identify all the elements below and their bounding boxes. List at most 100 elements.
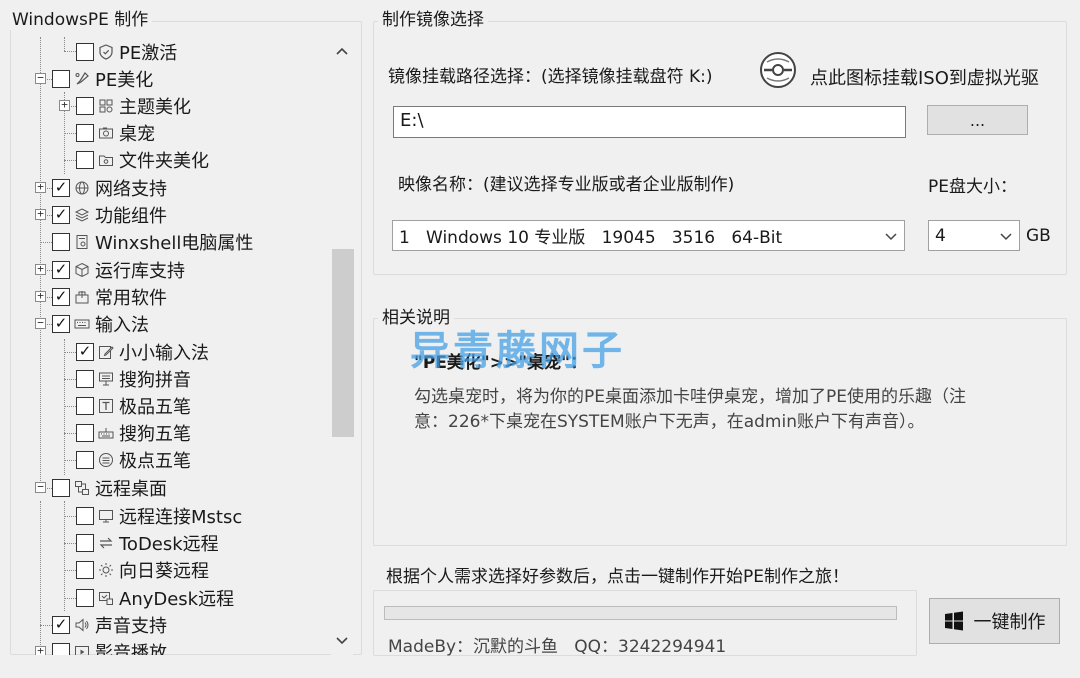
checkbox[interactable] bbox=[76, 396, 94, 415]
checkbox[interactable] bbox=[52, 232, 70, 251]
make-button[interactable]: 一键制作 bbox=[929, 598, 1060, 644]
collapse-toggle[interactable]: − bbox=[35, 481, 46, 493]
checkbox[interactable] bbox=[76, 506, 94, 525]
chevron-down-icon bbox=[885, 232, 897, 240]
tree-item-todesk[interactable]: ToDesk远程 bbox=[76, 529, 219, 556]
checkbox[interactable] bbox=[76, 560, 94, 579]
feature-tree[interactable]: PE激活 − PE美化 + 主题美化 桌宠 文件夹美化 + ✓ 网络支持 + ✓ bbox=[12, 37, 330, 655]
camera-icon bbox=[97, 124, 115, 142]
checkbox[interactable]: ✓ bbox=[52, 178, 70, 197]
collapse-toggle[interactable]: − bbox=[35, 72, 46, 84]
checkbox[interactable]: ✓ bbox=[52, 615, 70, 634]
tree-guide bbox=[64, 339, 65, 475]
pe-size-select[interactable]: 4 bbox=[928, 220, 1020, 251]
tree-guide bbox=[64, 133, 76, 134]
tree-item-sogou-wubi[interactable]: 搜狗五笔 bbox=[76, 419, 191, 446]
tree-item-sunlogin[interactable]: 向日葵远程 bbox=[76, 556, 209, 583]
expand-toggle[interactable]: + bbox=[35, 208, 46, 220]
checkbox[interactable] bbox=[52, 69, 70, 88]
collapse-toggle[interactable]: − bbox=[35, 317, 46, 329]
checkbox[interactable]: ✓ bbox=[52, 260, 70, 279]
image-edition-select[interactable]: 1 Windows 10 专业版 19045 3516 64-Bit bbox=[392, 220, 905, 251]
tree-item-pe-beautify[interactable]: PE美化 bbox=[52, 65, 153, 92]
progress-bar bbox=[384, 606, 897, 620]
checkbox[interactable] bbox=[76, 150, 94, 169]
tree-item-folder-beautify[interactable]: 文件夹美化 bbox=[76, 146, 209, 173]
tree-guide bbox=[64, 51, 76, 52]
tree-item-winxshell[interactable]: Winxshell电脑属性 bbox=[52, 228, 253, 255]
tree-item-label: 常用软件 bbox=[95, 287, 167, 309]
tree-item-label: 极点五笔 bbox=[119, 450, 191, 472]
scroll-up-arrow-icon[interactable] bbox=[331, 37, 353, 65]
expand-toggle[interactable]: + bbox=[35, 645, 46, 655]
tree-item-label: PE美化 bbox=[95, 69, 154, 91]
chevron-down-icon bbox=[1000, 232, 1012, 240]
checkbox[interactable] bbox=[76, 123, 94, 142]
checkbox[interactable] bbox=[76, 96, 94, 115]
tree-item-audio[interactable]: ✓ 声音支持 bbox=[52, 611, 167, 638]
description-line-1: 勾选桌宠时，将为你的PE桌面添加卡哇伊桌宠，增加了PE使用的乐趣（注 bbox=[414, 387, 966, 407]
tree-item-label: 运行库支持 bbox=[95, 260, 185, 282]
settings-doc-icon bbox=[73, 233, 91, 251]
tree-item-runtime[interactable]: ✓ 运行库支持 bbox=[52, 256, 185, 283]
checkbox[interactable] bbox=[76, 369, 94, 388]
checkbox[interactable] bbox=[76, 533, 94, 552]
tree-item-xiaoxiao-ime[interactable]: ✓ 小小输入法 bbox=[76, 338, 209, 365]
checkbox[interactable] bbox=[52, 478, 70, 497]
tree-item-label: 搜狗五笔 bbox=[119, 423, 191, 445]
tree-item-common-software[interactable]: ✓ 常用软件 bbox=[52, 283, 167, 310]
checkbox[interactable]: ✓ bbox=[52, 205, 70, 224]
tree-item-anydesk[interactable]: AnyDesk远程 bbox=[76, 584, 234, 611]
scroll-down-arrow-icon[interactable] bbox=[331, 627, 353, 655]
disc-mount-icon[interactable] bbox=[758, 50, 798, 90]
checkbox[interactable] bbox=[76, 42, 94, 61]
theme-icon bbox=[97, 97, 115, 115]
browse-button[interactable]: ... bbox=[927, 105, 1028, 135]
tree-item-label: ToDesk远程 bbox=[119, 533, 219, 555]
image-edition-value: 1 Windows 10 专业版 19045 3516 64-Bit bbox=[399, 228, 783, 248]
tree-item-remote-desktop[interactable]: 远程桌面 bbox=[52, 474, 167, 501]
scrollbar-thumb[interactable] bbox=[332, 249, 354, 437]
tree-item-label: 小小输入法 bbox=[119, 342, 209, 364]
checkbox[interactable] bbox=[76, 450, 94, 469]
media-icon bbox=[73, 643, 91, 655]
tree-item-jipin-wubi[interactable]: 极品五笔 bbox=[76, 392, 191, 419]
expand-toggle[interactable]: + bbox=[35, 181, 46, 193]
checkbox[interactable]: ✓ bbox=[76, 342, 94, 361]
tree-item-jidian-wubi[interactable]: 极点五笔 bbox=[76, 446, 191, 473]
tree-item-sogou-pinyin[interactable]: 搜狗拼音 bbox=[76, 365, 191, 392]
cube-icon bbox=[73, 261, 91, 279]
globe-icon bbox=[73, 179, 91, 197]
tree-item-media[interactable]: 影音播放 bbox=[52, 638, 167, 655]
tree-item-components[interactable]: ✓ 功能组件 bbox=[52, 201, 167, 228]
expand-toggle[interactable]: + bbox=[59, 99, 70, 111]
tree-item-desktop-pet[interactable]: 桌宠 bbox=[76, 119, 155, 146]
tree-item-label: PE激活 bbox=[119, 42, 178, 64]
checkbox[interactable]: ✓ bbox=[52, 287, 70, 306]
tree-item-ime[interactable]: ✓ 输入法 bbox=[52, 310, 149, 337]
checkbox[interactable]: ✓ bbox=[52, 314, 70, 333]
tree-guide bbox=[64, 37, 65, 51]
expand-toggle[interactable]: + bbox=[35, 290, 46, 302]
sun-icon bbox=[97, 561, 115, 579]
tree-guide bbox=[64, 460, 76, 461]
tree-item-pe-activation[interactable]: PE激活 bbox=[76, 38, 177, 65]
checkbox[interactable] bbox=[76, 588, 94, 607]
tree-item-label: 影音播放 bbox=[95, 642, 167, 656]
tree-item-label: 文件夹美化 bbox=[119, 150, 209, 172]
checkbox[interactable] bbox=[52, 642, 70, 655]
tree-item-label: 功能组件 bbox=[95, 205, 167, 227]
tree-guide bbox=[64, 352, 76, 353]
checkbox[interactable] bbox=[76, 423, 94, 442]
list-circle-icon bbox=[97, 451, 115, 469]
tree-item-network[interactable]: ✓ 网络支持 bbox=[52, 174, 167, 201]
pe-size-label: PE盘大小： bbox=[928, 177, 1017, 197]
tree-item-mstsc[interactable]: 远程连接Mstsc bbox=[76, 502, 242, 529]
author-info: MadeBy：沉默的斗鱼 QQ：3242294941 bbox=[388, 637, 727, 657]
expand-toggle[interactable]: + bbox=[35, 263, 46, 275]
tree-scrollbar[interactable] bbox=[331, 37, 354, 655]
mount-path-input[interactable]: E:\ bbox=[393, 106, 906, 138]
tree-guide bbox=[40, 501, 41, 655]
make-button-label: 一键制作 bbox=[973, 612, 1046, 633]
tree-item-theme[interactable]: 主题美化 bbox=[76, 92, 191, 119]
